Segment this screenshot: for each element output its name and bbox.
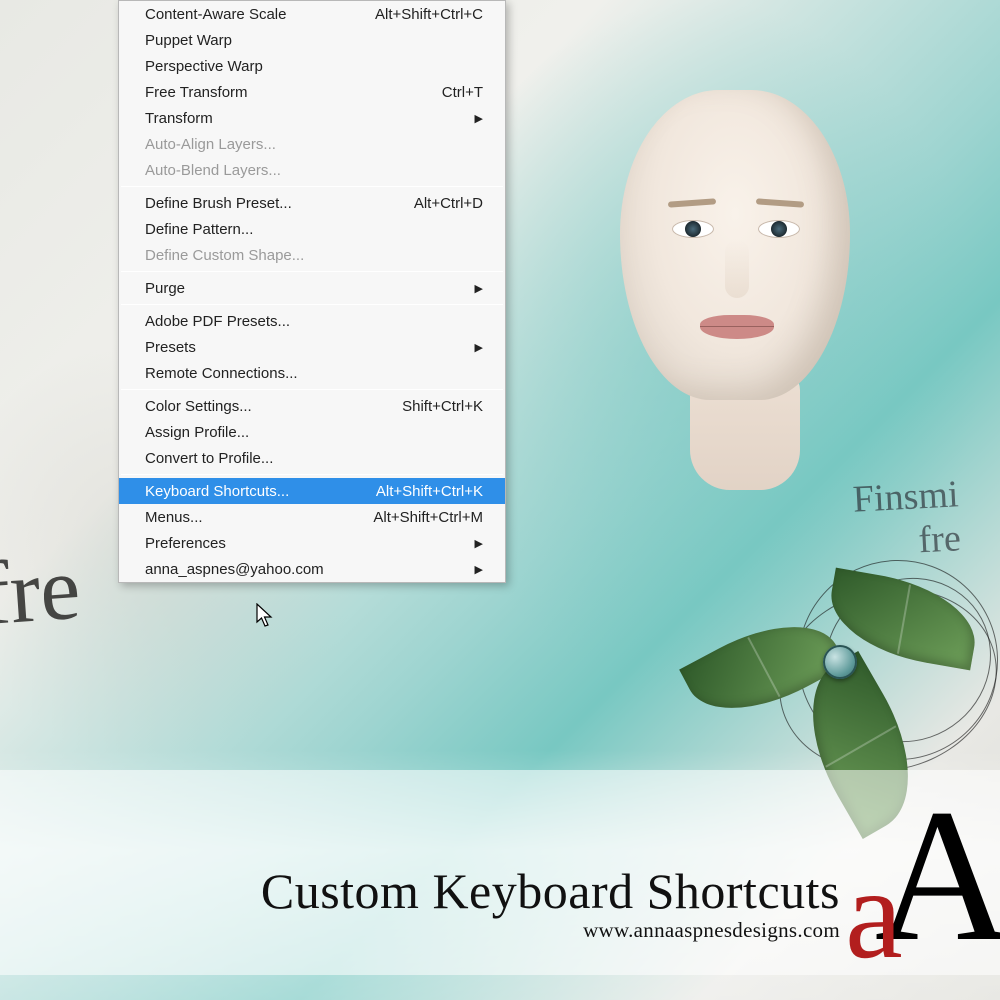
menu-item-label: Perspective Warp bbox=[145, 58, 263, 75]
menu-separator bbox=[121, 186, 503, 187]
menu-item-label: Define Custom Shape... bbox=[145, 247, 304, 264]
menu-item-free-transform[interactable]: Free Transform Ctrl+T bbox=[119, 79, 505, 105]
menu-item-label: Free Transform bbox=[145, 84, 248, 101]
edit-menu-dropdown: Content-Aware Scale Alt+Shift+Ctrl+C Puppe… bbox=[118, 0, 506, 583]
menu-item-shortcut: Alt+Ctrl+D bbox=[343, 195, 483, 212]
menu-item-content-aware-scale[interactable]: Content-Aware Scale Alt+Shift+Ctrl+C bbox=[119, 1, 505, 27]
menu-item-label: Puppet Warp bbox=[145, 32, 232, 49]
menu-item-keyboard-shortcuts[interactable]: Keyboard Shortcuts... Alt+Shift+Ctrl+K bbox=[119, 478, 505, 504]
menu-separator bbox=[121, 304, 503, 305]
title-block: Custom Keyboard Shortcuts www.annaaspnes… bbox=[0, 862, 840, 943]
menu-item-define-brush-preset[interactable]: Define Brush Preset... Alt+Ctrl+D bbox=[119, 190, 505, 216]
menu-item-label: Remote Connections... bbox=[145, 365, 298, 382]
menu-item-define-custom-shape: Define Custom Shape... bbox=[119, 242, 505, 268]
submenu-arrow-icon: ▶ bbox=[475, 112, 483, 125]
menu-item-anna-aspnes-yahoo-com[interactable]: anna_aspnes@yahoo.com ▶ bbox=[119, 556, 505, 582]
menu-item-transform[interactable]: Transform ▶ bbox=[119, 105, 505, 131]
menu-item-auto-blend-layers: Auto-Blend Layers... bbox=[119, 157, 505, 183]
menu-item-shortcut: Alt+Shift+Ctrl+M bbox=[343, 509, 483, 526]
menu-item-shortcut: Alt+Shift+Ctrl+C bbox=[343, 6, 483, 23]
menu-item-puppet-warp[interactable]: Puppet Warp bbox=[119, 27, 505, 53]
menu-item-label: Content-Aware Scale bbox=[145, 6, 286, 23]
menu-separator bbox=[121, 389, 503, 390]
menu-item-label: Assign Profile... bbox=[145, 424, 249, 441]
menu-item-convert-to-profile[interactable]: Convert to Profile... bbox=[119, 445, 505, 471]
menu-item-define-pattern[interactable]: Define Pattern... bbox=[119, 216, 505, 242]
page-url: www.annaaspnesdesigns.com bbox=[0, 918, 840, 943]
menu-separator bbox=[121, 474, 503, 475]
menu-item-label: Auto-Align Layers... bbox=[145, 136, 276, 153]
menu-item-shortcut: Shift+Ctrl+K bbox=[343, 398, 483, 415]
menu-item-label: Transform bbox=[145, 110, 213, 127]
menu-item-label: Purge bbox=[145, 280, 185, 297]
menu-item-label: anna_aspnes@yahoo.com bbox=[145, 561, 324, 578]
menu-item-remote-connections[interactable]: Remote Connections... bbox=[119, 360, 505, 386]
menu-item-assign-profile[interactable]: Assign Profile... bbox=[119, 419, 505, 445]
menu-item-label: Adobe PDF Presets... bbox=[145, 313, 290, 330]
menu-item-preferences[interactable]: Preferences ▶ bbox=[119, 530, 505, 556]
menu-item-shortcut: Ctrl+T bbox=[343, 84, 483, 101]
menu-item-purge[interactable]: Purge ▶ bbox=[119, 275, 505, 301]
submenu-arrow-icon: ▶ bbox=[475, 563, 483, 576]
menu-item-shortcut: Alt+Shift+Ctrl+K bbox=[343, 483, 483, 500]
menu-item-label: Define Brush Preset... bbox=[145, 195, 292, 212]
logo-small-a: a bbox=[845, 842, 903, 986]
menu-item-color-settings[interactable]: Color Settings... Shift+Ctrl+K bbox=[119, 393, 505, 419]
submenu-arrow-icon: ▶ bbox=[475, 537, 483, 550]
menu-item-menus[interactable]: Menus... Alt+Shift+Ctrl+M bbox=[119, 504, 505, 530]
menu-item-presets[interactable]: Presets ▶ bbox=[119, 334, 505, 360]
menu-separator bbox=[121, 271, 503, 272]
menu-item-label: Define Pattern... bbox=[145, 221, 253, 238]
menu-item-label: Preferences bbox=[145, 535, 226, 552]
submenu-arrow-icon: ▶ bbox=[475, 341, 483, 354]
menu-item-label: Color Settings... bbox=[145, 398, 252, 415]
menu-item-label: Keyboard Shortcuts... bbox=[145, 483, 289, 500]
menu-item-adobe-pdf-presets[interactable]: Adobe PDF Presets... bbox=[119, 308, 505, 334]
menu-item-perspective-warp[interactable]: Perspective Warp bbox=[119, 53, 505, 79]
submenu-arrow-icon: ▶ bbox=[475, 282, 483, 295]
menu-item-label: Auto-Blend Layers... bbox=[145, 162, 281, 179]
menu-item-auto-align-layers: Auto-Align Layers... bbox=[119, 131, 505, 157]
menu-item-label: Convert to Profile... bbox=[145, 450, 273, 467]
menu-item-label: Presets bbox=[145, 339, 196, 356]
page-title: Custom Keyboard Shortcuts bbox=[0, 862, 840, 920]
logo: aA bbox=[845, 800, 1000, 952]
menu-item-label: Menus... bbox=[145, 509, 203, 526]
